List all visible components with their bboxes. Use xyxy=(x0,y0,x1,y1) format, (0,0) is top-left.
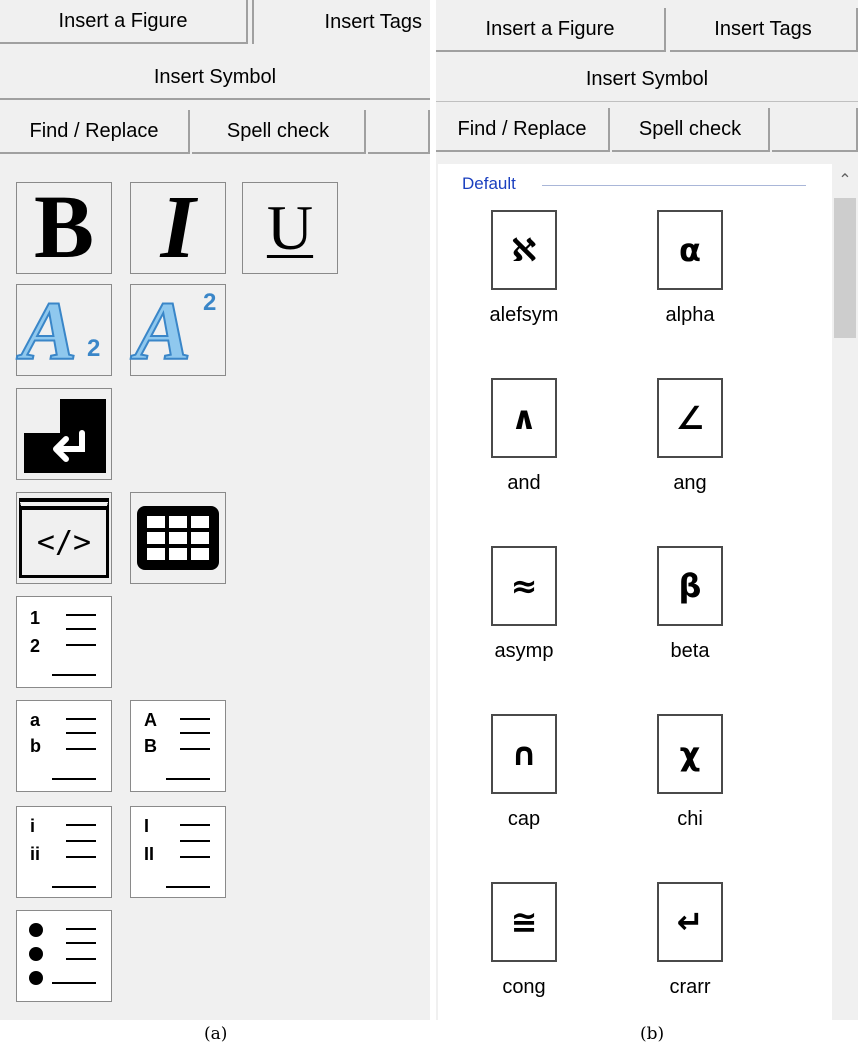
group-label: Default xyxy=(462,174,516,193)
tab-insert-figure[interactable]: Insert a Figure xyxy=(436,8,666,52)
symbol-label: beta xyxy=(670,640,710,662)
numbered-list-icon: 1 2 xyxy=(24,602,104,682)
italic-button[interactable]: I xyxy=(130,182,226,274)
symbol-glyph: ∠ xyxy=(657,378,723,458)
spell-check-button[interactable]: Spell check xyxy=(612,108,770,152)
upper-roman-list-icon: I II xyxy=(138,812,218,892)
upper-alpha-list-button[interactable]: A B xyxy=(130,700,226,792)
symbol-glyph: ∧ xyxy=(491,378,557,458)
tab-strip: Insert a Figure Insert Tags xyxy=(436,8,858,52)
action-buttons: Find / Replace Spell check xyxy=(0,110,430,154)
tab-insert-tags[interactable]: Insert Tags xyxy=(670,8,858,52)
lower-alpha-list-icon: a b xyxy=(24,706,104,786)
symbol-list: Default ℵ alefsym α alpha ∧ and ∠ ang ≈ … xyxy=(438,164,834,1020)
group-divider xyxy=(542,185,806,186)
symbol-glyph: χ xyxy=(657,714,723,794)
symbol-cap[interactable]: ∩ cap xyxy=(466,714,616,854)
lower-roman-list-icon: i ii xyxy=(24,812,104,892)
tab-insert-tags[interactable]: Insert Tags xyxy=(252,0,430,44)
symbol-glyph: ∩ xyxy=(491,714,557,794)
symbol-glyph: ℵ xyxy=(491,210,557,290)
bulleted-list-button[interactable] xyxy=(16,910,112,1002)
symbol-and[interactable]: ∧ and xyxy=(466,378,616,518)
action-buttons: Find / Replace Spell check xyxy=(436,108,858,152)
line-break-button[interactable] xyxy=(16,388,112,480)
caption-a: (a) xyxy=(204,1024,228,1044)
tab-insert-symbol[interactable]: Insert Symbol xyxy=(436,58,858,102)
line-break-icon xyxy=(24,399,106,473)
symbol-label: crarr xyxy=(669,976,711,998)
symbol-chi[interactable]: χ chi xyxy=(632,714,782,854)
scroll-up-icon[interactable]: ⌃ xyxy=(832,170,858,196)
insert-table-button[interactable] xyxy=(130,492,226,584)
symbol-alpha[interactable]: α alpha xyxy=(632,210,782,350)
symbol-label: cap xyxy=(507,808,541,830)
lower-roman-list-button[interactable]: i ii xyxy=(16,806,112,898)
empty-button[interactable] xyxy=(368,110,430,154)
symbol-glyph: ↵ xyxy=(657,882,723,962)
numbered-list-button[interactable]: 1 2 xyxy=(16,596,112,688)
bulleted-list-icon xyxy=(29,923,96,985)
upper-roman-list-button[interactable]: I II xyxy=(130,806,226,898)
table-icon xyxy=(137,506,219,570)
underline-icon: U xyxy=(266,192,314,263)
symbol-glyph: ≅ xyxy=(491,882,557,962)
find-replace-button[interactable]: Find / Replace xyxy=(436,108,610,152)
symbol-glyph: β xyxy=(657,546,723,626)
tab-strip: Insert a Figure Insert Tags xyxy=(0,0,430,44)
symbol-ang[interactable]: ∠ ang xyxy=(632,378,782,518)
bold-button[interactable]: B xyxy=(16,182,112,274)
symbol-alefsym[interactable]: ℵ alefsym xyxy=(466,210,616,350)
symbol-label: cong xyxy=(502,976,546,998)
symbol-label: alefsym xyxy=(489,304,559,326)
spell-check-button[interactable]: Spell check xyxy=(192,110,366,154)
symbol-glyph: α xyxy=(657,210,723,290)
code-icon: </> xyxy=(19,498,109,578)
tab-insert-symbol[interactable]: Insert Symbol xyxy=(0,56,430,100)
symbol-label: and xyxy=(507,472,541,494)
symbol-beta[interactable]: β beta xyxy=(632,546,782,686)
bold-icon: B xyxy=(33,178,95,277)
empty-button[interactable] xyxy=(772,108,858,152)
lower-alpha-list-button[interactable]: a b xyxy=(16,700,112,792)
symbol-glyph: ≈ xyxy=(491,546,557,626)
symbol-crarr[interactable]: ↵ crarr xyxy=(632,882,782,1020)
code-block-button[interactable]: </> xyxy=(16,492,112,584)
subscript-button[interactable]: A 2 xyxy=(16,284,112,379)
panel-a: Insert a Figure Insert Tags Insert Symbo… xyxy=(0,0,430,1020)
upper-alpha-list-icon: A B xyxy=(138,706,218,786)
vertical-scrollbar[interactable]: ⌃ xyxy=(832,164,858,1020)
symbol-cong[interactable]: ≅ cong xyxy=(466,882,616,1020)
superscript-icon: A 2 xyxy=(134,284,217,379)
symbol-label: ang xyxy=(673,472,707,494)
find-replace-button[interactable]: Find / Replace xyxy=(0,110,190,154)
tab-insert-figure[interactable]: Insert a Figure xyxy=(0,0,248,44)
panel-b: Insert a Figure Insert Tags Insert Symbo… xyxy=(436,0,858,1020)
symbol-label: chi xyxy=(677,808,703,830)
caption-b: (b) xyxy=(640,1024,665,1044)
superscript-button[interactable]: A 2 xyxy=(130,284,226,379)
symbol-label: alpha xyxy=(665,304,715,326)
symbol-label: asymp xyxy=(494,640,554,662)
italic-icon: I xyxy=(160,178,196,277)
scroll-thumb[interactable] xyxy=(834,198,856,338)
underline-button[interactable]: U xyxy=(242,182,338,274)
symbol-asymp[interactable]: ≈ asymp xyxy=(466,546,616,686)
subscript-icon: A 2 xyxy=(20,284,101,379)
